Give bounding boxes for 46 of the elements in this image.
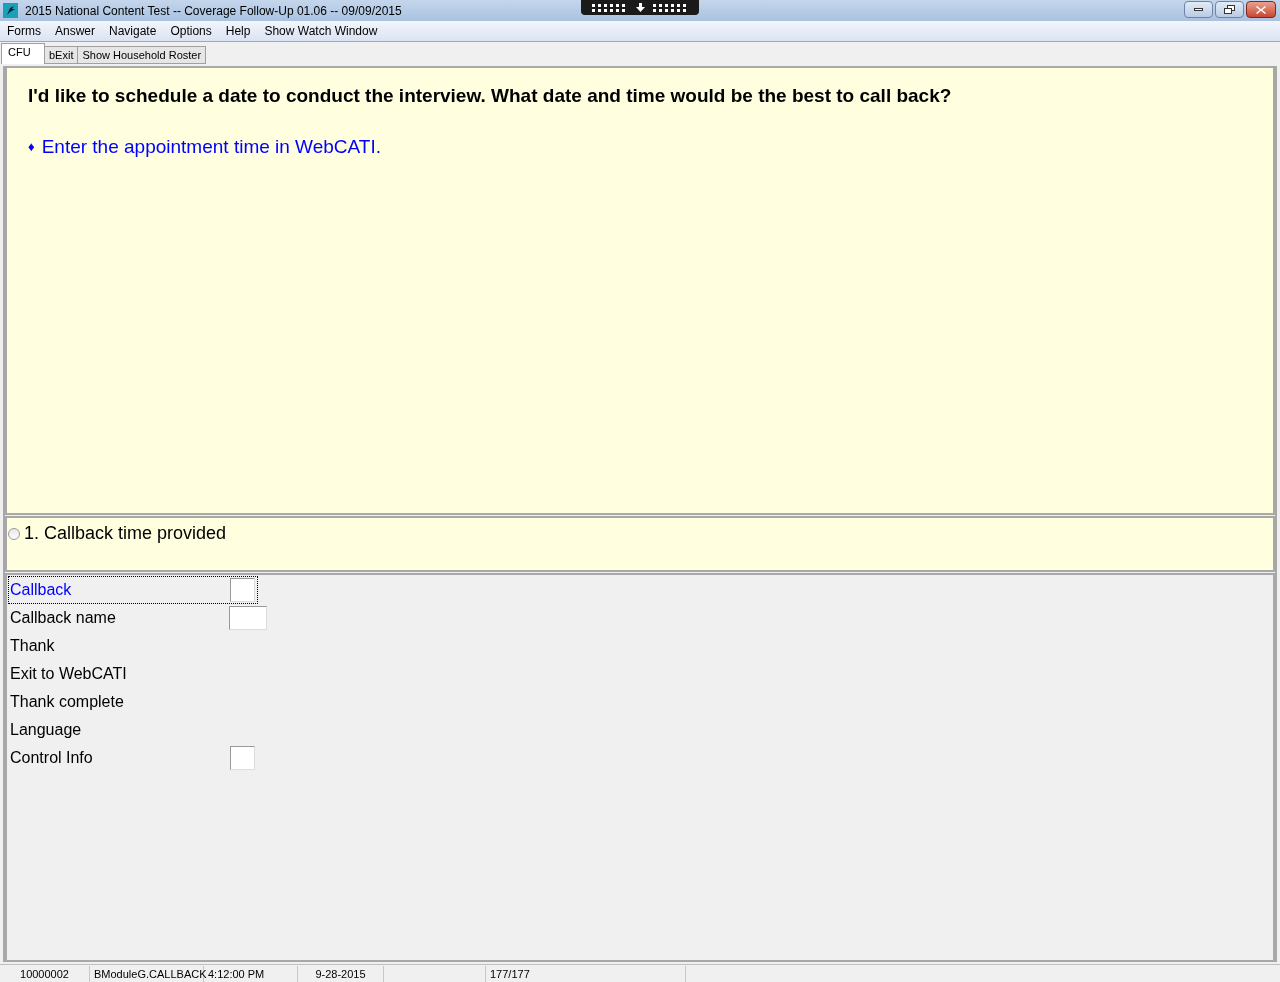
tab[interactable]: bExit <box>44 46 79 64</box>
field-row[interactable]: Callback name <box>8 604 268 632</box>
dots-grip-icon <box>652 3 689 12</box>
status-cell: 9-28-2015 <box>298 965 384 982</box>
restore-button[interactable] <box>1215 1 1244 18</box>
field-row[interactable]: Thank complete <box>8 688 268 716</box>
field-label[interactable]: Thank <box>9 634 230 658</box>
status-cell: 10000002 <box>0 965 90 982</box>
bullet-icon: ♦ <box>28 137 35 157</box>
field-row[interactable]: Thank <box>8 632 268 660</box>
field-row[interactable]: Exit to WebCATI <box>8 660 268 688</box>
minimize-button[interactable] <box>1184 1 1213 18</box>
menu-item[interactable]: Navigate <box>102 22 164 40</box>
menu-item[interactable]: Show Watch Window <box>257 22 385 40</box>
field-row[interactable]: Callback <box>8 576 258 604</box>
down-arrow-icon <box>635 3 645 12</box>
menu-item[interactable]: Forms <box>0 22 48 40</box>
tab[interactable]: Show Household Roster <box>77 46 207 64</box>
dots-grip-icon <box>591 3 628 12</box>
close-button[interactable] <box>1246 1 1276 18</box>
close-icon <box>1256 5 1266 14</box>
input-field[interactable] <box>229 606 267 630</box>
window-title: 2015 National Content Test -- Coverage Follow-Up 01.06 -- 09/09/2015 <box>25 2 402 20</box>
field-label[interactable]: Exit to WebCATI <box>9 662 230 686</box>
tab[interactable]: CFU <box>1 43 45 64</box>
field-label[interactable]: Thank complete <box>9 690 230 714</box>
menu-item[interactable]: Answer <box>48 22 102 40</box>
app-icon <box>3 3 18 18</box>
answer-label: 1. Callback time provided <box>24 522 227 545</box>
field-label[interactable]: Callback name <box>9 606 229 630</box>
field-label[interactable]: Callback <box>9 578 230 602</box>
menu-item[interactable]: Options <box>163 22 219 40</box>
toolbar-handle[interactable] <box>581 0 699 15</box>
status-cell: BModuleG.CALLBACK <box>90 965 204 982</box>
field-label[interactable]: Control Info <box>9 746 230 770</box>
restore-icon <box>1224 5 1235 14</box>
status-cell: 177/177 <box>486 965 686 982</box>
instruction-text: Enter the appointment time in WebCATI. <box>41 134 381 159</box>
question-text: I'd like to schedule a date to conduct the interview. What date and time would be the best to call back? <box>28 84 953 108</box>
field-row[interactable]: Language <box>8 716 268 744</box>
menu-item[interactable]: Help <box>218 22 258 40</box>
radio-button[interactable] <box>8 527 20 540</box>
input-field[interactable] <box>230 746 255 770</box>
field-row[interactable]: Control Info <box>8 744 268 772</box>
field-label[interactable]: Language <box>9 718 230 742</box>
input-field[interactable] <box>230 578 255 602</box>
